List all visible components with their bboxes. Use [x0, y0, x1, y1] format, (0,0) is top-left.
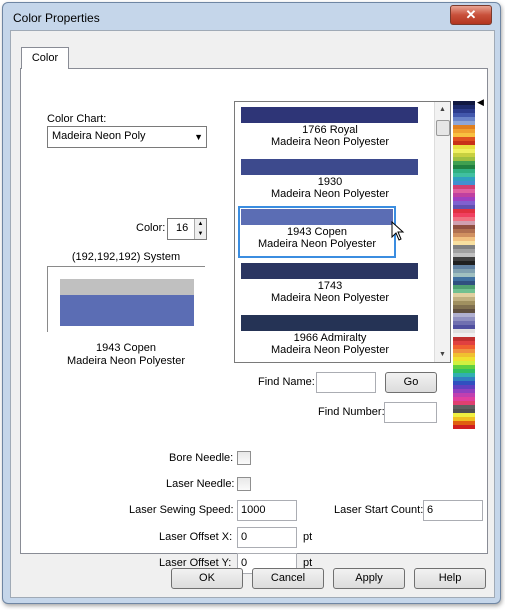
help-button[interactable]: Help	[414, 568, 486, 589]
laser-sewing-speed-label: Laser Sewing Speed:	[129, 504, 234, 516]
list-scrollbar[interactable]: ▲ ▼	[434, 102, 450, 362]
list-item-chart: Madeira Neon Polyester	[270, 344, 389, 356]
list-item-name: 1943 Copen	[287, 226, 347, 238]
color-chart-label: Color Chart:	[47, 113, 107, 125]
list-item-chart: Madeira Neon Polyester	[270, 136, 389, 148]
list-item-chart: Madeira Neon Polyester	[270, 188, 389, 200]
color-number-value: 16	[176, 222, 189, 234]
mouse-pointer-icon	[391, 221, 405, 241]
current-color-swatch	[60, 295, 194, 326]
scroll-up-icon[interactable]: ▲	[435, 102, 450, 117]
list-item-name: 1930	[317, 176, 343, 188]
title-bar: Color Properties ✕	[3, 3, 500, 31]
color-chart-dropdown[interactable]: Madeira Neon Poly ▼	[47, 126, 207, 148]
laser-offset-x-label: Laser Offset X:	[159, 531, 233, 543]
current-color-chart: Madeira Neon Polyester	[66, 355, 185, 367]
scrollbar-thumb[interactable]	[436, 120, 450, 136]
color-bar-1966-admiralty	[241, 315, 418, 331]
laser-sewing-speed-input[interactable]: 1000	[237, 500, 297, 521]
color-list[interactable]: 1766 Royal Madeira Neon Polyester 1930 M…	[234, 101, 451, 363]
system-color-label: (192,192,192) System	[71, 251, 181, 263]
laser-offset-x-input[interactable]: 0	[237, 527, 297, 548]
list-item[interactable]: 1766 Royal Madeira Neon Polyester	[235, 102, 435, 154]
color-bar-1943-copen	[241, 209, 393, 225]
list-item-chart: Madeira Neon Polyester	[270, 292, 389, 304]
bore-needle-label: Bore Needle:	[169, 452, 234, 464]
spin-down-icon[interactable]: ▼	[198, 231, 204, 237]
dialog-window: Color Properties ✕ Color Color Chart: Ma…	[2, 2, 501, 604]
preview-group-top-border	[47, 266, 205, 267]
list-item-chart: Madeira Neon Polyester	[257, 238, 376, 250]
ok-button[interactable]: OK	[171, 568, 243, 589]
laser-offset-x-unit: pt	[303, 531, 313, 543]
laser-needle-label: Laser Needle:	[166, 478, 235, 490]
dialog-body: Color Color Chart: Madeira Neon Poly ▼ C…	[10, 30, 495, 598]
color-number-label: Color:	[136, 222, 166, 234]
system-color-swatch	[60, 279, 194, 295]
color-palette-strip[interactable]	[453, 101, 475, 429]
apply-button[interactable]: Apply	[333, 568, 405, 589]
find-name-input[interactable]	[316, 372, 376, 393]
list-item-name: 1766 Royal	[302, 124, 358, 136]
find-number-label: Find Number:	[318, 406, 385, 418]
chevron-down-icon: ▼	[194, 132, 203, 142]
color-tab-page: Color Chart: Madeira Neon Poly ▼ Color: …	[20, 68, 488, 574]
color-bar-1930	[241, 159, 418, 175]
list-item-name: 1743	[317, 280, 343, 292]
palette-pointer-icon: ◀	[477, 97, 484, 107]
color-bar-1766-royal	[241, 107, 418, 123]
find-name-label: Find Name:	[258, 376, 315, 388]
color-chart-value: Madeira Neon Poly	[52, 130, 146, 142]
go-button[interactable]: Go	[385, 372, 437, 393]
list-item-selected[interactable]: 1943 Copen Madeira Neon Polyester	[238, 206, 396, 258]
cancel-button[interactable]: Cancel	[252, 568, 324, 589]
scroll-down-icon[interactable]: ▼	[435, 347, 450, 362]
laser-start-count-input[interactable]: 6	[423, 500, 483, 521]
palette-swatch[interactable]	[453, 425, 475, 429]
close-button[interactable]: ✕	[450, 5, 492, 25]
bore-needle-checkbox[interactable]	[237, 451, 251, 465]
tab-color[interactable]: Color	[21, 47, 69, 69]
current-color-name: 1943 Copen	[96, 342, 156, 354]
list-item[interactable]: 1930 Madeira Neon Polyester	[235, 154, 435, 206]
list-item[interactable]: 1743 Madeira Neon Polyester	[235, 258, 435, 310]
spinner-buttons[interactable]: ▲ ▼	[194, 219, 206, 239]
preview-group-left-border	[47, 266, 48, 332]
window-title: Color Properties	[13, 11, 100, 25]
find-number-input[interactable]	[384, 402, 437, 423]
list-item-name: 1966 Admiralty	[293, 332, 367, 344]
spin-up-icon[interactable]: ▲	[198, 221, 204, 227]
color-number-spinner[interactable]: 16 ▲ ▼	[167, 218, 207, 240]
laser-needle-checkbox[interactable]	[237, 477, 251, 491]
list-item[interactable]: 1966 Admiralty Madeira Neon Polyester	[235, 310, 435, 362]
laser-start-count-label: Laser Start Count:	[334, 504, 424, 516]
color-bar-1743	[241, 263, 418, 279]
